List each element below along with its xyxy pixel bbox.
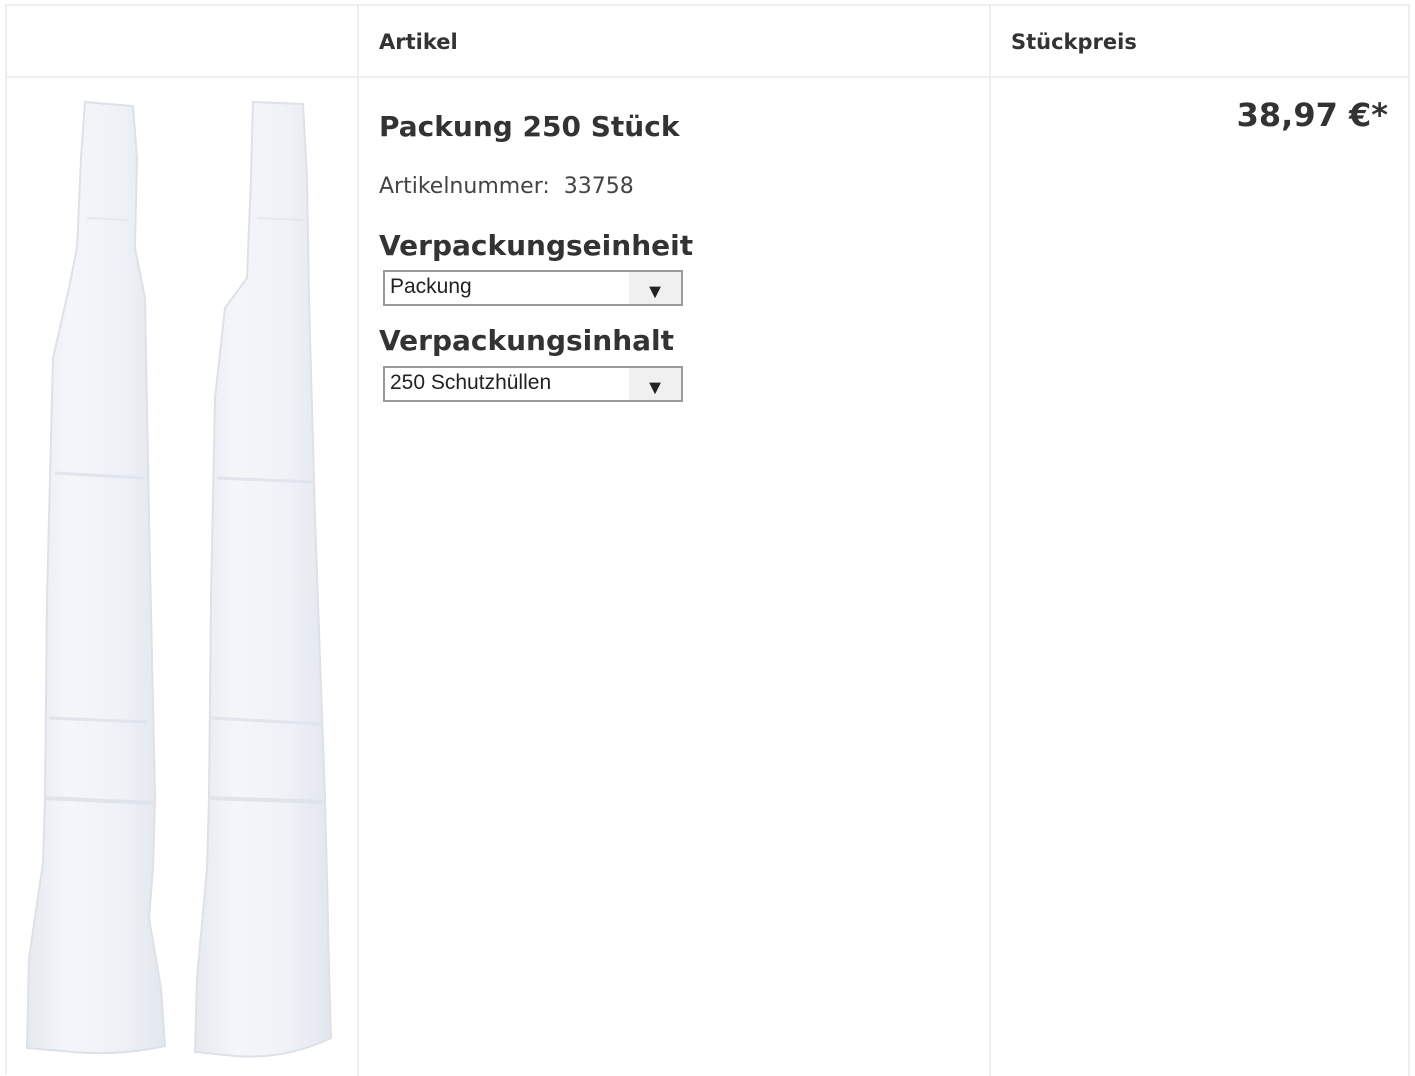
header-article: Artikel [379,30,458,54]
packaging-content-select[interactable]: 250 Schutzhüllen ▼ [383,366,683,402]
packaging-content-label: Verpackungsinhalt [379,324,675,357]
column-divider [1408,6,1410,1076]
article-number-value: 33758 [563,174,634,199]
header-unit-price: Stückpreis [1011,30,1137,54]
product-image[interactable] [25,98,347,1063]
packaging-unit-label: Verpackungseinheit [379,229,694,262]
triangle-down-icon: ▼ [645,377,665,399]
article-number: Artikelnummer: 33758 [379,174,634,199]
column-divider [357,6,359,1076]
product-table: Artikel Stückpreis Packung 250 Stück Art… [5,4,1410,1076]
article-number-label: Artikelnummer: [379,174,550,199]
packaging-unit-select[interactable]: Packung ▼ [383,270,683,306]
unit-price: 38,97 €* [1236,96,1388,134]
packaging-unit-value: Packung [390,275,472,298]
triangle-down-icon: ▼ [645,281,665,303]
product-title[interactable]: Packung 250 Stück [379,110,679,143]
column-divider [989,6,991,1076]
table-header-row: Artikel Stückpreis [7,6,1410,78]
packaging-content-value: 250 Schutzhüllen [390,371,552,394]
dropdown-arrow[interactable]: ▼ [629,368,681,400]
dropdown-arrow[interactable]: ▼ [629,272,681,304]
